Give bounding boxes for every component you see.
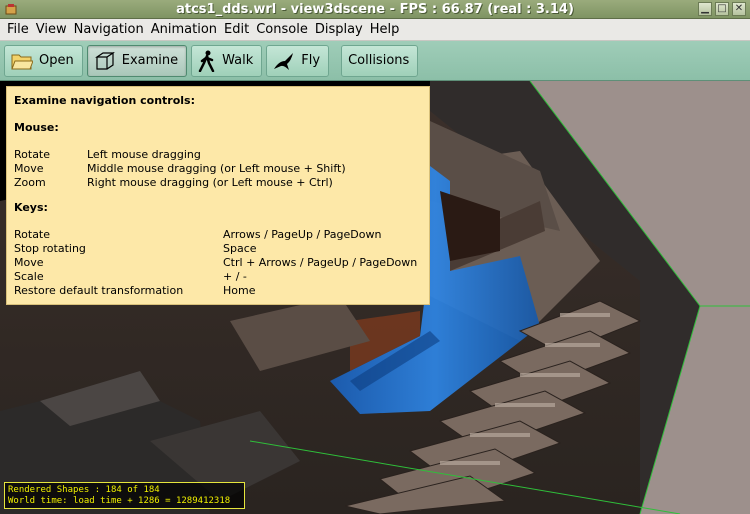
menu-display[interactable]: Display <box>312 22 367 37</box>
menu-console[interactable]: Console <box>253 22 312 37</box>
help-action: Restore default transformation <box>14 284 184 297</box>
help-action: Move <box>14 162 44 175</box>
menu-edit[interactable]: Edit <box>221 22 253 37</box>
collisions-label: Collisions <box>348 53 410 68</box>
toolbar: Open Examine Walk Fly Collisions <box>0 41 750 81</box>
status-overlay: Rendered Shapes : 184 of 184 World time:… <box>4 482 245 509</box>
menu-navigation[interactable]: Navigation <box>71 22 148 37</box>
window-title-bar[interactable]: atcs1_dds.wrl - view3dscene - FPS : 66.8… <box>0 0 750 19</box>
fly-button[interactable]: Fly <box>266 44 330 77</box>
open-button[interactable]: Open <box>4 44 83 77</box>
examine-label: Examine <box>121 53 179 68</box>
help-row: Move Ctrl + Arrows / PageUp / PageDown <box>14 256 422 270</box>
navigation-help-panel: Examine navigation controls: Mouse: Rota… <box>6 86 430 305</box>
help-control: Middle mouse dragging (or Left mouse + S… <box>87 162 346 175</box>
bird-icon <box>274 52 294 70</box>
help-control: Arrows / PageUp / PageDown <box>223 228 382 241</box>
window-title: atcs1_dds.wrl - view3dscene - FPS : 66.8… <box>176 1 574 17</box>
walk-button[interactable]: Walk <box>191 44 263 77</box>
help-row: Rotate Arrows / PageUp / PageDown <box>14 228 422 242</box>
help-control: Space <box>223 242 257 255</box>
walk-label: Walk <box>222 53 254 68</box>
help-control: Ctrl + Arrows / PageUp / PageDown <box>223 256 418 269</box>
close-button[interactable]: ✕ <box>732 2 746 16</box>
app-icon <box>5 4 17 15</box>
fly-label: Fly <box>301 53 321 68</box>
menu-animation[interactable]: Animation <box>148 22 221 37</box>
help-action: Scale <box>14 270 44 283</box>
mouse-heading: Mouse: <box>14 121 59 134</box>
menu-file[interactable]: File <box>4 22 33 37</box>
walking-person-icon <box>198 50 215 72</box>
help-action: Rotate <box>14 228 51 241</box>
help-control: Right mouse dragging (or Left mouse + Ct… <box>87 176 333 189</box>
world-time-text: World time: load time + 1286 = 128941231… <box>8 496 231 506</box>
collisions-button[interactable]: Collisions <box>341 44 419 77</box>
help-row: Stop rotating Space <box>14 242 422 256</box>
help-row: Move Middle mouse dragging (or Left mous… <box>14 162 422 176</box>
cube-icon <box>94 51 115 70</box>
maximize-button[interactable]: □ <box>715 2 729 16</box>
help-control: + / - <box>223 270 247 283</box>
help-row: Zoom Right mouse dragging (or Left mouse… <box>14 176 422 190</box>
help-row: Restore default transformation Home <box>14 284 422 298</box>
help-action: Zoom <box>14 176 46 189</box>
help-title: Examine navigation controls: <box>14 94 195 107</box>
help-action: Move <box>14 256 44 269</box>
keys-heading: Keys: <box>14 201 48 214</box>
menu-bar: File View Navigation Animation Edit Cons… <box>0 19 750 41</box>
menu-view[interactable]: View <box>33 22 71 37</box>
open-folder-icon <box>11 54 33 69</box>
menu-help[interactable]: Help <box>367 22 404 37</box>
help-row: Rotate Left mouse dragging <box>14 148 422 162</box>
help-control: Home <box>223 284 256 297</box>
open-label: Open <box>39 53 74 68</box>
examine-button[interactable]: Examine <box>86 44 188 77</box>
help-action: Stop rotating <box>14 242 86 255</box>
minimize-button[interactable]: ▁ <box>698 2 712 16</box>
help-row: Scale + / - <box>14 270 422 284</box>
rendered-shapes-text: Rendered Shapes : 184 of 184 <box>8 485 160 495</box>
help-action: Rotate <box>14 148 51 161</box>
help-control: Left mouse dragging <box>87 148 201 161</box>
